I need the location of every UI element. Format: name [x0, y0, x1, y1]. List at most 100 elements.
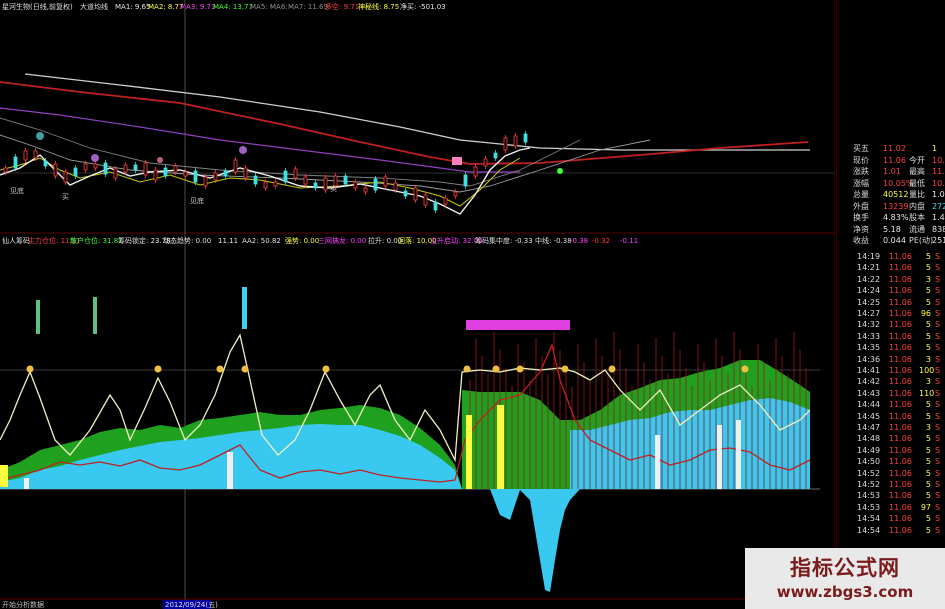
tick-time: 14:42: [857, 377, 881, 387]
candle-body: [423, 194, 428, 206]
tick-price: 11.06: [889, 514, 912, 524]
tick-direction: S: [935, 343, 941, 353]
tick-price: 11.06: [889, 377, 912, 387]
signal-dot: [36, 132, 44, 140]
tick-price: 11.06: [889, 445, 912, 455]
tick-volume: 5: [925, 286, 931, 296]
quote-value: 40512: [883, 190, 909, 199]
candle-body: [303, 176, 308, 185]
chart-area[interactable]: 星河生物(日线,前复权) 大道均线 MA1: 9.65 MA2: 8.77 MA…: [0, 0, 835, 609]
candle-body: [3, 167, 8, 173]
signal-dot: [322, 365, 330, 373]
oscillator-header: 仙人筹码 主力仓位: 11.11 散户仓位: 31.87 筹码锁定: 23.78…: [2, 236, 638, 245]
tick-price: 11.06: [889, 457, 912, 467]
tick-price: 11.06: [889, 320, 912, 330]
tick-time: 14:45: [857, 411, 881, 421]
tick-row: 14:52 11.06 5 S: [837, 479, 945, 490]
tick-time: 14:32: [857, 320, 881, 330]
quote-value: 1.47: [932, 213, 945, 222]
candle-body: [173, 165, 178, 173]
candle-body: [473, 166, 478, 177]
quote-label: 今开: [909, 155, 925, 165]
yellow-pillar: [466, 415, 472, 489]
quote-label: PE(动): [909, 236, 934, 245]
tick-row: 14:54 11.06 5 S: [837, 513, 945, 524]
quote-value: 4.83%: [883, 213, 909, 222]
magenta-signal-band: [466, 320, 570, 330]
tick-volume: 5: [925, 525, 931, 535]
tick-row: 14:48 11.06 5 S: [837, 433, 945, 444]
signal-dot: [91, 154, 99, 162]
quote-row: 现价 11.06今开 10.5: [837, 155, 945, 166]
tick-row: 14:32 11.06 5 S: [837, 319, 945, 330]
osc-value: 筹码集中度: -0.33: [475, 236, 533, 245]
tick-volume: 5: [925, 445, 931, 455]
tick-time: 14:54: [857, 514, 881, 524]
tick-price: 11.06: [889, 252, 912, 261]
tick-time: 14:41: [857, 366, 881, 375]
tick-direction: S: [935, 423, 941, 432]
candle-body: [493, 152, 498, 159]
quote-row: 收益 0.044 PE(动) 251: [837, 235, 945, 246]
signal-dot: [216, 365, 224, 373]
tick-time: 14:33: [857, 331, 881, 341]
candle-body: [233, 159, 238, 173]
quote-value: 13239: [883, 201, 909, 211]
tick-price: 11.06: [889, 388, 912, 398]
ma-gray-1: [0, 117, 581, 187]
tick-direction: S: [935, 480, 941, 489]
quote-row: 涨跌 1.01 最高 11.0: [837, 166, 945, 177]
candle-body: [393, 182, 398, 191]
osc-value: 三网擒龙: 0.00: [318, 236, 366, 245]
tick-direction: S: [935, 400, 941, 410]
quote-label: 内盘: [909, 201, 925, 211]
quote-value: 11.06: [883, 155, 906, 165]
candle-body: [353, 181, 358, 189]
quote-row: 涨幅10.05%最低10.4: [837, 178, 945, 189]
candle-body: [73, 167, 78, 177]
quote-label: 最高: [909, 167, 925, 176]
tick-volume: 3: [925, 274, 931, 284]
tick-direction: S: [935, 434, 941, 444]
tick-time: 14:19: [857, 252, 881, 261]
tick-row: 14:50 11.06 5 S: [837, 456, 945, 467]
tick-volume: 96: [920, 309, 931, 318]
signal-dot: [561, 365, 569, 373]
tick-time: 14:21: [857, 263, 881, 273]
tick-volume: 5: [925, 252, 931, 261]
quote-label: 换手: [853, 213, 869, 222]
quote-panel: 买五11.021现价11.06今开10.5涨跌1.01最高11.0涨幅10.05…: [836, 0, 945, 609]
tick-time: 14:24: [857, 286, 881, 296]
tick-row: 14:35 11.06 5 S: [837, 342, 945, 353]
quote-value: 10.4: [932, 178, 945, 188]
ma4-value: MA4: 13.77: [213, 3, 253, 11]
tick-price: 11.06: [889, 354, 912, 364]
tick-time: 14:52: [857, 480, 881, 489]
tick-price: 11.06: [889, 297, 912, 307]
ma2-value: MA2: 8.77: [148, 3, 183, 11]
candle-body: [433, 201, 438, 211]
osc-value: 动态趋势: 0.00: [163, 236, 211, 245]
candle-body: [403, 190, 408, 197]
signal-dot: [154, 365, 162, 373]
ma7-value: MA7: 11.69: [288, 3, 328, 11]
candle-body: [143, 162, 148, 176]
quote-value: 251: [932, 236, 945, 245]
tick-time: 14:52: [857, 468, 881, 478]
quote-row: 换手 4.83%股本 1.47: [837, 212, 945, 223]
quote-label: 股本: [909, 213, 925, 222]
tick-price: 11.06: [889, 468, 912, 478]
candle-body: [123, 164, 128, 173]
tick-row: 14:43 11.06 110 S: [837, 388, 945, 399]
tick-time: 14:22: [857, 274, 881, 284]
kline-label-mark: 买: [62, 193, 69, 201]
top-signal-bars: [36, 287, 570, 334]
ma-purple: [0, 107, 520, 173]
quote-label: 最低: [909, 178, 925, 188]
candle-body: [13, 156, 18, 169]
green-signal-bar: [36, 300, 40, 334]
candle-body: [383, 176, 388, 187]
tick-direction: S: [935, 286, 941, 296]
tick-time: 14:25: [857, 297, 881, 307]
white-pillar: [227, 452, 233, 489]
